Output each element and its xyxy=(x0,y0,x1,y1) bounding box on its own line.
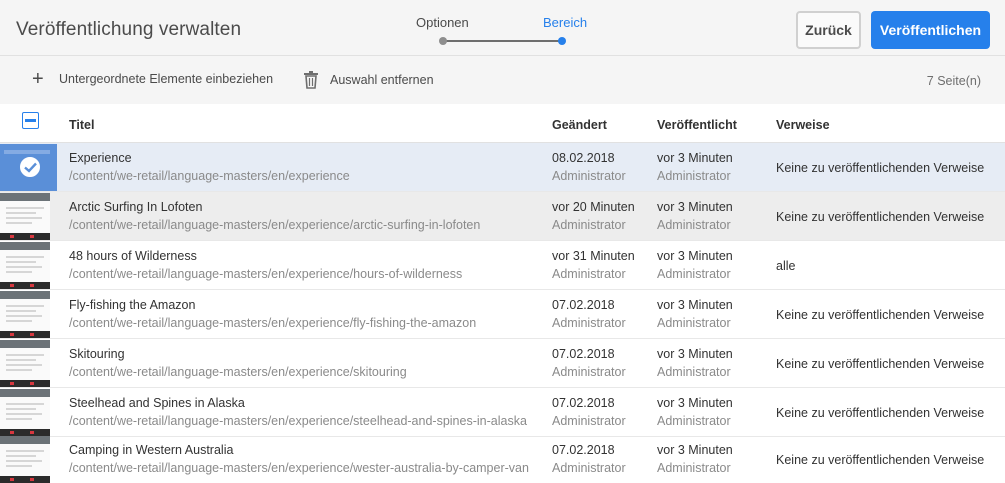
row-published: vor 3 Minuten xyxy=(657,200,733,214)
row-path: /content/we-retail/language-masters/en/e… xyxy=(69,267,463,281)
row-title: Steelhead and Spines in Alaska xyxy=(69,396,245,410)
select-all-checkbox[interactable] xyxy=(22,112,39,129)
row-modified-by: Administrator xyxy=(552,218,626,232)
step-options-dot xyxy=(439,37,447,45)
step-scope-dot xyxy=(558,37,566,45)
row-title: Camping in Western Australia xyxy=(69,443,234,457)
header-bar: Veröffentlichung verwalten Optionen Bere… xyxy=(0,0,1005,56)
step-scope-label[interactable]: Bereich xyxy=(543,15,587,30)
row-modified-by: Administrator xyxy=(552,316,626,330)
row-published-by: Administrator xyxy=(657,461,731,475)
page-count: 7 Seite(n) xyxy=(926,74,981,88)
row-published: vor 3 Minuten xyxy=(657,443,733,457)
row-published: vor 3 Minuten xyxy=(657,151,733,165)
row-path: /content/we-retail/language-masters/en/e… xyxy=(69,365,407,379)
table-row[interactable]: 48 hours of Wilderness /content/we-retai… xyxy=(0,241,1005,290)
row-published-by: Administrator xyxy=(657,414,731,428)
row-modified: 07.02.2018 xyxy=(552,443,615,457)
publish-button[interactable]: Veröffentlichen xyxy=(871,11,990,49)
row-modified-by: Administrator xyxy=(552,414,626,428)
row-title: 48 hours of Wilderness xyxy=(69,249,197,263)
row-title: Arctic Surfing In Lofoten xyxy=(69,200,203,214)
row-modified-by: Administrator xyxy=(552,267,626,281)
page-thumbnail xyxy=(0,436,50,483)
row-title: Fly-fishing the Amazon xyxy=(69,298,196,312)
row-published-by: Administrator xyxy=(657,267,731,281)
page-thumbnail xyxy=(0,242,50,289)
row-path: /content/we-retail/language-masters/en/e… xyxy=(69,218,481,232)
row-modified: 07.02.2018 xyxy=(552,347,615,361)
include-children-button[interactable]: + Untergeordnete Elemente einbeziehen xyxy=(32,68,274,90)
column-references[interactable]: Verweise xyxy=(776,118,830,132)
row-published: vor 3 Minuten xyxy=(657,298,733,312)
row-published: vor 3 Minuten xyxy=(657,347,733,361)
table-row[interactable]: Fly-fishing the Amazon /content/we-retai… xyxy=(0,290,1005,339)
checkmark-icon[interactable] xyxy=(20,157,40,177)
column-title[interactable]: Titel xyxy=(69,118,94,132)
column-modified[interactable]: Geändert xyxy=(552,118,607,132)
row-title: Experience xyxy=(69,151,132,165)
row-modified-by: Administrator xyxy=(552,365,626,379)
row-modified: 07.02.2018 xyxy=(552,396,615,410)
column-published[interactable]: Veröffentlicht xyxy=(657,118,737,132)
row-published: vor 3 Minuten xyxy=(657,249,733,263)
table-row[interactable]: Skitouring /content/we-retail/language-m… xyxy=(0,339,1005,388)
row-references: Keine zu veröffentlichenden Verweise xyxy=(776,453,985,467)
page-thumbnail xyxy=(0,144,57,191)
table-row[interactable]: Experience /content/we-retail/language-m… xyxy=(0,143,1005,192)
row-path: /content/we-retail/language-masters/en/e… xyxy=(69,414,527,428)
remove-selection-label: Auswahl entfernen xyxy=(330,73,434,87)
back-button[interactable]: Zurück xyxy=(796,11,861,49)
row-published-by: Administrator xyxy=(657,169,731,183)
page-title: Veröffentlichung verwalten xyxy=(16,19,242,40)
row-modified: vor 31 Minuten xyxy=(552,249,635,263)
table-row[interactable]: Arctic Surfing In Lofoten /content/we-re… xyxy=(0,192,1005,241)
table-header: Titel Geändert Veröffentlicht Verweise xyxy=(0,104,1005,143)
page-thumbnail xyxy=(0,291,50,338)
remove-selection-button[interactable]: Auswahl entfernen xyxy=(303,71,434,89)
page-thumbnail xyxy=(0,340,50,387)
trash-icon xyxy=(304,71,318,89)
step-options-label[interactable]: Optionen xyxy=(416,15,469,30)
page-thumbnail xyxy=(0,389,50,436)
page-thumbnail xyxy=(0,193,50,240)
row-modified-by: Administrator xyxy=(552,169,626,183)
row-references: Keine zu veröffentlichenden Verweise xyxy=(776,308,985,322)
row-path: /content/we-retail/language-masters/en/e… xyxy=(69,461,529,475)
plus-icon: + xyxy=(32,68,44,90)
action-bar: + Untergeordnete Elemente einbeziehen Au… xyxy=(0,56,1005,104)
row-published-by: Administrator xyxy=(657,365,731,379)
row-published-by: Administrator xyxy=(657,316,731,330)
include-children-label: Untergeordnete Elemente einbeziehen xyxy=(59,72,274,86)
row-modified: vor 20 Minuten xyxy=(552,200,635,214)
row-references: Keine zu veröffentlichenden Verweise xyxy=(776,161,985,175)
row-modified-by: Administrator xyxy=(552,461,626,475)
row-title: Skitouring xyxy=(69,347,125,361)
row-references: Keine zu veröffentlichenden Verweise xyxy=(776,406,985,420)
wizard-steps: Optionen Bereich xyxy=(410,15,587,47)
row-path: /content/we-retail/language-masters/en/e… xyxy=(69,169,350,183)
row-modified: 08.02.2018 xyxy=(552,151,615,165)
row-published: vor 3 Minuten xyxy=(657,396,733,410)
row-path: /content/we-retail/language-masters/en/e… xyxy=(69,316,477,330)
row-published-by: Administrator xyxy=(657,218,731,232)
table-row[interactable]: Camping in Western Australia /content/we… xyxy=(0,435,1005,483)
row-references: alle xyxy=(776,259,796,273)
row-modified: 07.02.2018 xyxy=(552,298,615,312)
row-references: Keine zu veröffentlichenden Verweise xyxy=(776,210,985,224)
step-progress-line xyxy=(443,40,561,42)
table-row[interactable]: Steelhead and Spines in Alaska /content/… xyxy=(0,388,1005,437)
row-references: Keine zu veröffentlichenden Verweise xyxy=(776,357,985,371)
